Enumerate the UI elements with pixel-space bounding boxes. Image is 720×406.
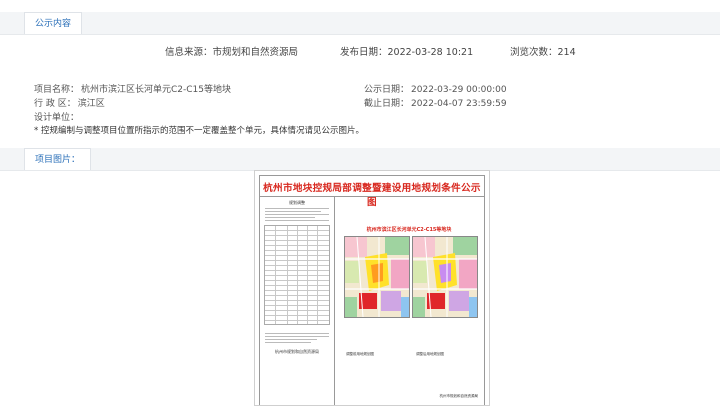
deadline-row: 截止日期： 2022-04-07 23:59:59 (364, 96, 507, 109)
poster-text-line (265, 336, 329, 337)
poster-text-line (265, 208, 329, 209)
poster-indicator-table (264, 225, 330, 325)
designer-label: 设计单位： (34, 113, 80, 123)
district-value: 滨江区 (77, 99, 105, 109)
poster-frame: 杭州市地块控规局部调整暨建设用地规划条件公示图 规划调整 杭州市规划和自然资源局 (259, 175, 485, 405)
poster-footer: 杭州市规划和自然资源局 (439, 394, 479, 398)
tab-project-images[interactable]: 项目图片： (24, 148, 92, 170)
map-after (412, 236, 478, 318)
deadline-label: 截止日期： (364, 99, 410, 109)
notice-date-value: 2022-03-29 00:00:00 (411, 85, 507, 95)
project-plan-image[interactable]: 杭州市地块控规局部调整暨建设用地规划条件公示图 规划调整 杭州市规划和自然资源局 (254, 170, 490, 406)
table-col-line (287, 226, 288, 324)
deadline-value: 2022-04-07 23:59:59 (411, 99, 507, 109)
source-text: 信息来源：市规划和自然资源局 (165, 47, 299, 58)
tab-notice-content[interactable]: 公示内容 (24, 12, 83, 34)
designer-row: 设计单位： (34, 110, 79, 123)
poster-org: 杭州市规划和自然资源局 (275, 349, 319, 354)
notice-date-label: 公示日期： (364, 85, 410, 95)
project-name-label: 项目名称： (34, 85, 80, 95)
map-after-graphic (413, 237, 477, 317)
poster-text-line (265, 214, 329, 215)
poster-text-line (265, 217, 315, 218)
section-header-content: 公示内容 (0, 12, 720, 35)
map-before (344, 236, 410, 318)
table-col-line (317, 226, 318, 324)
table-col-line (307, 226, 308, 324)
map-before-graphic (345, 237, 409, 317)
table-col-line (297, 226, 298, 324)
district-row: 行 政 区： 滨江区 (34, 96, 105, 109)
project-name-row: 项目名称： 杭州市滨江区长河单元C2-C15等地块 (34, 82, 231, 95)
project-name-value: 杭州市滨江区长河单元C2-C15等地块 (81, 85, 232, 95)
map-before-label: 调整前用地规划图 (346, 352, 374, 356)
poster-text-line (265, 333, 329, 334)
poster-text-line (265, 211, 321, 212)
poster-text-line (265, 339, 317, 340)
poster-text-panel: 规划调整 杭州市规划和自然资源局 (263, 200, 331, 403)
poster-text-line (265, 220, 329, 221)
notice-date-row: 公示日期： 2022-03-29 00:00:00 (364, 82, 507, 95)
poster-text-line (265, 342, 311, 343)
view-count-text: 浏览次数：214 (510, 47, 576, 58)
publish-date-text: 发布日期：2022-03-28 10:21 (340, 47, 474, 58)
map-after-label: 调整后用地规划图 (416, 352, 444, 356)
map-caption: 杭州市滨江区长河单元C2-C15等地块 (366, 227, 452, 233)
scope-note: * 控规编制与调整项目位置所指示的范围不一定覆盖整个单元，具体情况请见公示图片。 (34, 126, 364, 136)
district-label: 行 政 区： (34, 99, 76, 109)
poster-subtitle: 规划调整 (289, 200, 305, 205)
poster-title-rule (260, 196, 484, 197)
section-header-images: 项目图片： (0, 148, 720, 171)
table-col-line (275, 226, 276, 324)
